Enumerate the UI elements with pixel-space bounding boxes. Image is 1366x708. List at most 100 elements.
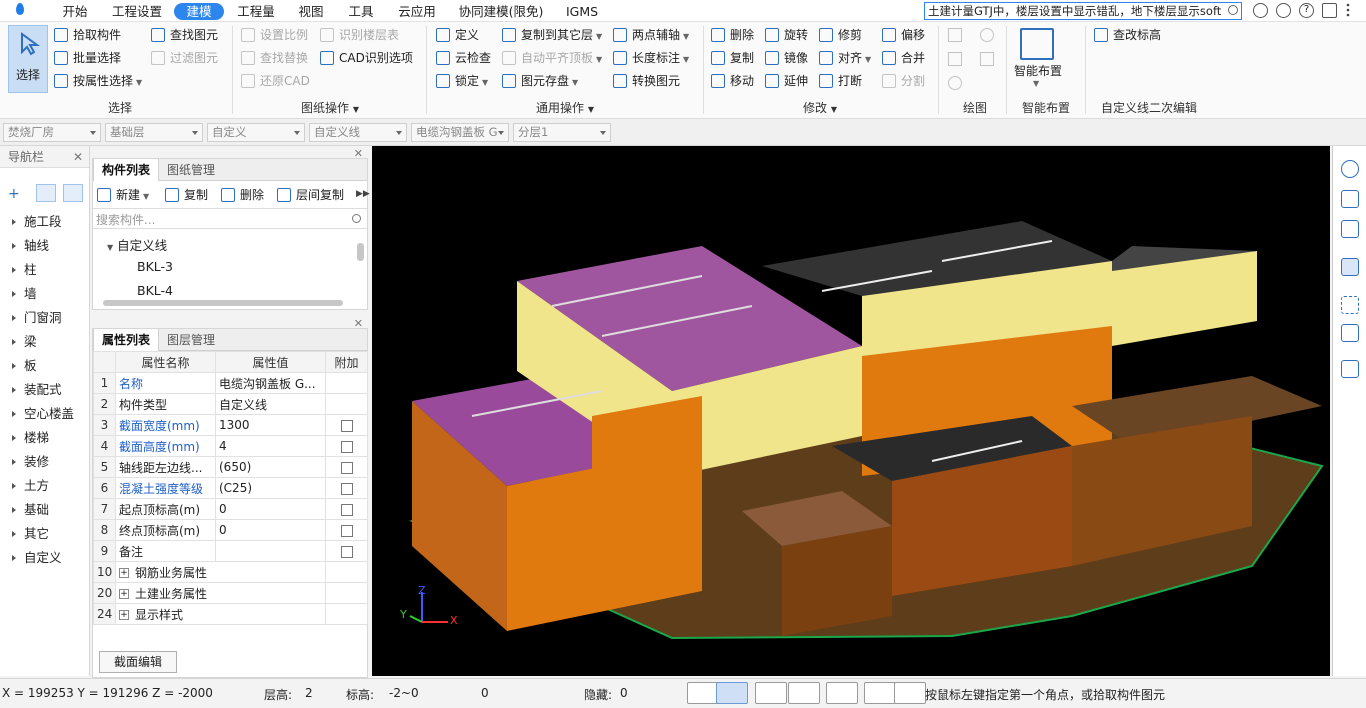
properties-icon[interactable] (1341, 360, 1359, 378)
orbit-icon[interactable] (1341, 160, 1359, 178)
property-value[interactable]: 0 (215, 519, 326, 541)
nav-item-door-window[interactable]: 门窗洞 (0, 306, 88, 330)
nav-item-other[interactable]: 其它 (0, 522, 88, 546)
more-dots-icon[interactable] (1346, 3, 1358, 18)
expand-icon[interactable]: + (119, 568, 129, 578)
smile-icon[interactable] (1253, 3, 1268, 18)
table-row[interactable]: 7 起点顶标高(m) 0 (93, 498, 368, 520)
horizontal-scrollbar[interactable] (103, 300, 343, 306)
project-select[interactable]: 焚烧厂房 (3, 123, 101, 142)
nav-item-slab[interactable]: 板 (0, 354, 88, 378)
nav-item-decoration[interactable]: 装修 (0, 450, 88, 474)
angle-toggle[interactable] (788, 682, 820, 704)
vertical-scrollbar[interactable] (357, 243, 364, 261)
auto-level-slab-button[interactable]: 自动平齐顶板 ▼ (502, 49, 602, 67)
detail-view-icon[interactable] (63, 184, 83, 202)
property-value[interactable]: 1300 (215, 414, 326, 436)
cloud-check-button[interactable]: 云检查 (436, 49, 491, 67)
3d-viewport[interactable]: Z X Y (372, 146, 1330, 676)
find-replace-button[interactable]: 查找替换 (241, 49, 308, 67)
attach-checkbox[interactable] (340, 545, 353, 558)
copy-to-other-floor-button[interactable]: 复制到其它层 ▼ (502, 26, 602, 44)
attach-checkbox[interactable] (340, 482, 353, 495)
nav-item-wall[interactable]: 墙 (0, 282, 88, 306)
property-value[interactable]: 4 (215, 435, 326, 457)
property-value[interactable] (215, 582, 326, 604)
display-toggle[interactable] (864, 682, 896, 704)
table-row[interactable]: 20 + 土建业务属性 (93, 582, 368, 604)
nav-item-custom[interactable]: 自定义 (0, 546, 88, 570)
snap-toggle[interactable] (716, 682, 748, 704)
attach-checkbox[interactable] (340, 419, 353, 432)
tab-component-list[interactable]: 构件列表 (93, 159, 160, 181)
tree-root[interactable]: ▼ 自定义线 (107, 235, 167, 254)
smart-layout-dropdown-icon[interactable]: ▼ (1033, 79, 1039, 88)
copy-between-floors-button[interactable]: 层间复制 (277, 186, 344, 204)
nav-item-hollow-floor[interactable]: 空心楼盖 (0, 402, 88, 426)
floor-select[interactable]: 基础层 (105, 123, 203, 142)
align-button[interactable]: 对齐 ▼ (819, 49, 871, 67)
table-row[interactable]: 8 终点顶标高(m) 0 (93, 519, 368, 541)
cad-recognize-options-button[interactable]: CAD识别选项 (320, 49, 413, 67)
tree-item[interactable]: BKL-3 (137, 259, 173, 274)
3d-view-icon[interactable] (1341, 258, 1359, 276)
new-component-button[interactable]: 新建 ▼ (97, 186, 149, 204)
extend-button[interactable]: 延伸 (765, 72, 808, 90)
tab-tools[interactable]: 工具 (341, 3, 381, 20)
zoom-extents-icon[interactable] (1341, 296, 1359, 314)
ortho-toggle[interactable] (687, 682, 719, 704)
component-search-input[interactable]: 搜索构件... (93, 208, 367, 229)
attach-checkbox[interactable] (340, 524, 353, 537)
table-row[interactable]: 1 名称 电缆沟钢盖板 G... (93, 372, 368, 394)
property-value[interactable]: 电缆沟钢盖板 G... (215, 372, 326, 394)
tab-modeling[interactable]: 建模 (174, 3, 224, 20)
table-row[interactable]: 4 截面高度(mm) 4 (93, 435, 368, 457)
3d-box-icon[interactable] (1341, 220, 1359, 238)
tab-project-settings[interactable]: 工程设置 (107, 3, 167, 20)
attach-checkbox[interactable] (340, 461, 353, 474)
nav-item-beam[interactable]: 梁 (0, 330, 88, 354)
close-icon[interactable]: ✕ (73, 146, 83, 168)
copy-component-button[interactable]: 复制 (165, 186, 208, 204)
draw-arc-icon[interactable] (948, 76, 962, 90)
lock-button[interactable]: 锁定 ▼ (436, 72, 488, 90)
offset-button[interactable]: 偏移 (882, 26, 925, 44)
property-value[interactable] (215, 561, 326, 583)
table-row[interactable]: 10 + 钢筋业务属性 (93, 561, 368, 583)
property-value[interactable]: (650) (215, 456, 326, 478)
attach-checkbox[interactable] (340, 440, 353, 453)
smart-layout-icon[interactable] (1020, 28, 1054, 60)
nav-item-column[interactable]: 柱 (0, 258, 88, 282)
attach-checkbox[interactable] (340, 503, 353, 516)
check-elevation-button[interactable]: 查改标高 (1094, 26, 1161, 44)
delete-button[interactable]: 删除 (711, 26, 754, 44)
component-select[interactable]: 电缆沟钢盖板 G (411, 123, 509, 142)
section-edit-button[interactable]: 截面编辑 (99, 651, 177, 673)
property-value[interactable]: 自定义线 (215, 393, 326, 415)
2d-view-icon[interactable] (1341, 190, 1359, 208)
table-row[interactable]: 2 构件类型 自定义线 (93, 393, 368, 415)
smart-layout-button[interactable]: 智能布置 (1012, 62, 1064, 79)
find-element-button[interactable]: 查找图元 (151, 26, 218, 44)
move-button[interactable]: 移动 (711, 72, 754, 90)
cube-select-icon[interactable] (1341, 324, 1359, 342)
category-select[interactable]: 自定义 (207, 123, 305, 142)
rotate-button[interactable]: 旋转 (765, 26, 808, 44)
recognize-floor-table-button[interactable]: 识别楼层表 (320, 26, 399, 44)
draw-point-icon[interactable] (948, 28, 962, 42)
element-save-button[interactable]: 图元存盘 ▼ (502, 72, 578, 90)
tab-property-list[interactable]: 属性列表 (93, 329, 160, 351)
dynamic-input-toggle[interactable] (826, 682, 858, 704)
trim-button[interactable]: 修剪 (819, 26, 862, 44)
track-toggle[interactable] (894, 682, 926, 704)
table-row[interactable]: 3 截面宽度(mm) 1300 (93, 414, 368, 436)
help-search-input[interactable]: 土建计量GTJ中，楼层设置中显示错乱，地下楼层显示soft (924, 2, 1242, 20)
list-view-icon[interactable] (36, 184, 56, 202)
cancel-snap-toggle[interactable] (755, 682, 787, 704)
table-row[interactable]: 24 + 显示样式 (93, 603, 368, 625)
tree-item[interactable]: BKL-4 (137, 283, 173, 298)
nav-item-axis[interactable]: 轴线 (0, 234, 88, 258)
restore-cad-button[interactable]: 还原CAD (241, 72, 310, 90)
expand-icon[interactable]: + (119, 610, 129, 620)
add-icon[interactable]: + (8, 186, 20, 202)
